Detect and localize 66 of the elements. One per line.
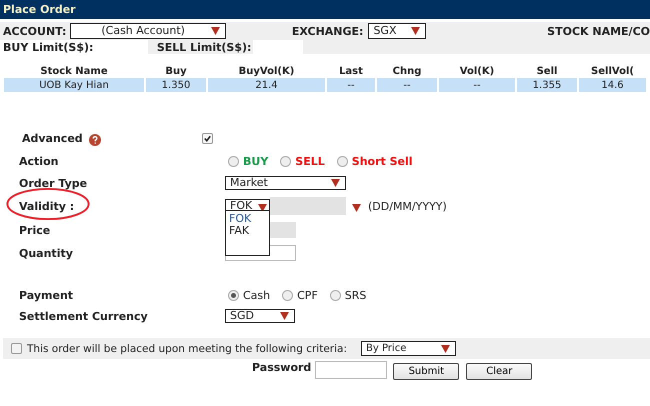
dropdown[interactable]: Market — [225, 176, 346, 190]
option-label: Cash — [243, 289, 270, 302]
table-cell[interactable]: -- — [377, 78, 437, 92]
radio-button[interactable] — [228, 156, 239, 166]
help-icon[interactable] — [88, 134, 101, 146]
radio-button[interactable] — [336, 156, 348, 166]
field-label: Order Type — [19, 176, 88, 190]
field-label: EXCHANGE: — [292, 24, 364, 38]
window-title: Place Order — [0, 0, 650, 19]
radio-button[interactable] — [330, 290, 341, 301]
criteria-label: This order will be placed upon meeting the following criteria: — [27, 342, 347, 354]
dropdown-arrow-icon — [210, 27, 220, 35]
field-label: Price — [19, 224, 50, 236]
date-format-hint: (DD/MM/YYYY) — [368, 200, 447, 212]
field-label: Password — [252, 360, 312, 374]
field-label: SELL Limit(S$): — [156, 40, 252, 54]
dropdown-option[interactable]: FOK — [229, 213, 269, 225]
radio-button[interactable] — [280, 156, 292, 166]
dropdown-arrow-icon — [258, 204, 268, 212]
column-header: Last — [338, 64, 364, 78]
column-header: SellVol( — [590, 64, 635, 78]
radio-button[interactable] — [282, 290, 294, 301]
table-cell[interactable]: -- — [439, 78, 515, 92]
option-label: Short Sell — [352, 154, 413, 168]
dropdown-arrow-icon — [280, 312, 289, 320]
table-cell[interactable]: UOB Kay Hian — [4, 78, 144, 92]
option-label: SRS — [344, 289, 366, 302]
field-label: Settlement Currency — [19, 310, 148, 322]
option-label: CPF — [297, 289, 318, 302]
dropdown-arrow-icon — [331, 179, 340, 187]
column-header: Sell — [536, 64, 558, 78]
dropdown[interactable]: SGD — [225, 309, 295, 323]
clear-button[interactable]: Clear — [466, 363, 532, 380]
field-label: Advanced — [22, 132, 83, 144]
table-cell[interactable]: -- — [327, 78, 375, 92]
checkbox[interactable] — [202, 132, 213, 144]
password-field[interactable] — [315, 361, 388, 379]
table-cell[interactable]: 21.4 — [208, 78, 325, 92]
dropdown-option[interactable]: FAK — [229, 225, 269, 237]
field-label: ACCOUNT: — [3, 24, 66, 38]
field-label: Payment — [19, 289, 74, 302]
column-header: Chng — [392, 64, 422, 78]
table-cell[interactable]: 1.350 — [146, 78, 206, 92]
dropdown-arrow-icon — [441, 344, 450, 352]
dropdown-arrow-icon — [411, 27, 420, 35]
option-label: SELL — [295, 154, 325, 168]
table-cell[interactable]: 1.355 — [517, 78, 577, 92]
field-label: Validity : — [19, 200, 74, 212]
field-label: Action — [19, 154, 58, 168]
dropdown[interactable]: SGX — [368, 23, 426, 39]
submit-button[interactable]: Submit — [393, 363, 460, 380]
column-header: BuyVol(K) — [238, 64, 296, 78]
option-label: BUY — [243, 154, 268, 168]
column-header: Vol(K) — [458, 64, 496, 78]
dropdown[interactable]: By Price — [361, 341, 456, 356]
field-label: BUY Limit(S$): — [3, 40, 94, 54]
table-cell[interactable]: 14.6 — [579, 78, 646, 92]
date-field[interactable] — [270, 197, 346, 215]
dropdown-arrow-icon — [352, 204, 361, 212]
radio-button[interactable] — [228, 290, 239, 301]
dropdown[interactable]: (Cash Account) — [70, 23, 226, 39]
field-label: STOCK NAME/CO — [547, 24, 650, 38]
field-label: Quantity — [19, 246, 73, 260]
column-header: Buy — [164, 64, 188, 78]
checkbox[interactable] — [11, 343, 22, 354]
column-header: Stock Name — [39, 64, 109, 78]
